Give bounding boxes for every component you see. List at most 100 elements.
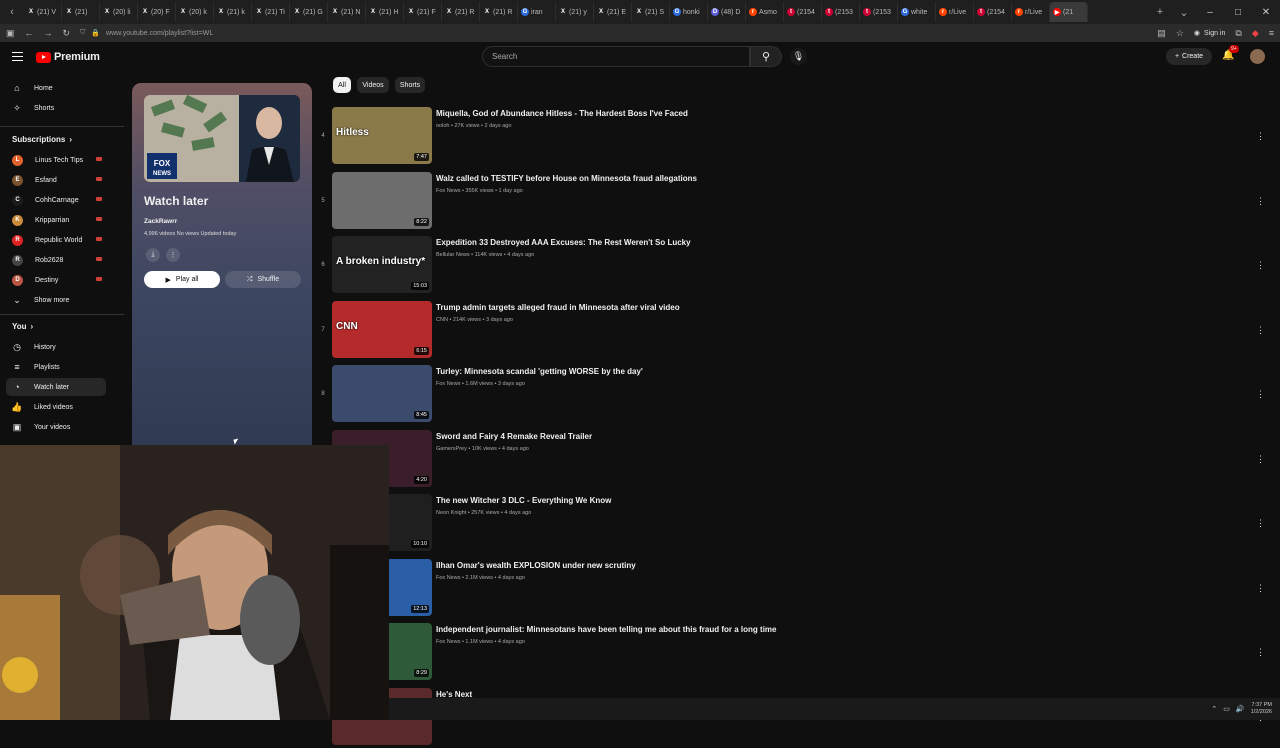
browser-tab[interactable]: X (21): [62, 2, 100, 22]
shuffle-button[interactable]: ⤮ Shuffle: [225, 271, 301, 288]
sidebar-subscription-item[interactable]: R Rob2628: [6, 251, 106, 269]
video-thumbnail[interactable]: CNN 6:15: [332, 300, 432, 358]
video-more-options-icon[interactable]: ⋮: [1256, 260, 1265, 271]
browser-tab[interactable]: X (21) E: [594, 2, 632, 22]
video-thumbnail[interactable]: 8:45: [332, 365, 432, 422]
browser-tab[interactable]: X (20) F: [138, 2, 176, 22]
show-more-button[interactable]: ⌄ Show more: [6, 291, 106, 309]
video-title[interactable]: Sword and Fairy 4 Remake Reveal Trailer: [436, 432, 592, 441]
video-more-options-icon[interactable]: ⋮: [1256, 518, 1265, 529]
tab-scroll-left-icon[interactable]: ‹: [0, 6, 24, 18]
browser-tab[interactable]: X (20) li: [100, 2, 138, 22]
taskbar-clock[interactable]: 7:37 PM 1/2/2026: [1251, 702, 1272, 716]
sidebar-subscription-item[interactable]: C CohhCarnage: [6, 191, 106, 209]
subscriptions-heading[interactable]: Subscriptions ›: [12, 135, 72, 144]
sidebar-item-shorts[interactable]: ✧ Shorts: [6, 99, 106, 117]
browser-tab[interactable]: r Asmo: [746, 2, 784, 22]
browser-tab[interactable]: t (2154: [974, 2, 1012, 22]
playlist-video-row[interactable]: 8 8:45 Turley: Minnesota scandal 'getting …: [318, 365, 1268, 425]
browser-tab[interactable]: X (21) Ti: [252, 2, 290, 22]
browser-tab[interactable]: r r/Live: [1012, 2, 1050, 22]
network-icon[interactable]: ▭: [1223, 705, 1230, 713]
chip-shorts[interactable]: Shorts: [395, 77, 425, 93]
extensions-icon[interactable]: ⧉: [1235, 28, 1241, 39]
browser-tab[interactable]: Giran: [518, 2, 556, 22]
browser-tab[interactable]: ▶ (21: [1050, 2, 1088, 22]
video-more-options-icon[interactable]: ⋮: [1256, 647, 1265, 658]
chip-all[interactable]: All: [333, 77, 351, 93]
video-title[interactable]: Trump admin targets alleged fraud in Min…: [436, 303, 680, 312]
playlist-video-row[interactable]: 7 CNN 6:15 Trump admin targets alleged frau…: [318, 300, 1268, 361]
browser-tab[interactable]: X (20) k: [176, 2, 214, 22]
playlist-video-row[interactable]: 1010:10The new Witcher 3 DLC - Everythin…: [318, 494, 1268, 554]
video-title[interactable]: Ilhan Omar's wealth EXPLOSION under new …: [436, 561, 636, 570]
video-thumbnail[interactable]: 8:22: [332, 171, 432, 229]
browser-tab[interactable]: t (2153: [860, 2, 898, 22]
video-title[interactable]: Walz called to TESTIFY before House on M…: [436, 174, 697, 183]
forward-icon[interactable]: →: [44, 28, 53, 38]
back-icon[interactable]: ←: [25, 28, 34, 38]
playlist-thumbnail[interactable]: FOX NEWS: [144, 95, 300, 182]
voice-search-button[interactable]: 🎙: [790, 48, 807, 65]
browser-menu-icon[interactable]: ≡: [1269, 28, 1274, 38]
sidebar-item-home[interactable]: ⌂ Home: [6, 79, 106, 97]
browser-tab[interactable]: X (21) G: [290, 2, 328, 22]
guide-menu-icon[interactable]: [12, 52, 23, 61]
sidebar-subscription-item[interactable]: K Kripparrian: [6, 211, 106, 229]
sidebar-item-your-videos[interactable]: ▣ Your videos: [6, 418, 106, 436]
video-title[interactable]: Miquella, God of Abundance Hitless - The…: [436, 109, 688, 118]
speaker-icon[interactable]: 🔊: [1236, 705, 1245, 713]
sidebar-subscription-item[interactable]: D Destiny: [6, 271, 106, 289]
sign-in-button[interactable]: ◉ Sign in: [1194, 29, 1226, 38]
play-all-button[interactable]: ▶ Play all: [144, 271, 220, 288]
browser-tab[interactable]: t (2154: [784, 2, 822, 22]
browser-tab[interactable]: X (21) y: [556, 2, 594, 22]
video-more-options-icon[interactable]: ⋮: [1256, 196, 1265, 207]
playlist-video-row[interactable]: 4 Hitless 7:47 Miquella, God of Abundance H…: [318, 107, 1268, 167]
download-icon[interactable]: ⤓: [146, 248, 160, 262]
sidebar-item-watch-later[interactable]: ◔ Watch later: [6, 378, 106, 396]
tab-list-icon[interactable]: ⌄: [1172, 6, 1196, 19]
maximize-icon[interactable]: □: [1224, 7, 1252, 18]
more-actions-icon[interactable]: ⋮: [166, 248, 180, 262]
close-icon[interactable]: ✕: [1252, 7, 1280, 18]
shield-icon[interactable]: ⛉: [80, 29, 85, 37]
browser-tab[interactable]: X (21) H: [366, 2, 404, 22]
sidebar-subscription-item[interactable]: E Esfand: [6, 171, 106, 189]
browser-tab[interactable]: t (2153: [822, 2, 860, 22]
browser-tab[interactable]: Ghonki: [670, 2, 708, 22]
video-more-options-icon[interactable]: ⋮: [1256, 325, 1265, 336]
playlist-video-row[interactable]: 94:20Sword and Fairy 4 Remake Reveal Tra…: [318, 429, 1268, 490]
video-more-options-icon[interactable]: ⋮: [1256, 583, 1265, 594]
video-more-options-icon[interactable]: ⋮: [1256, 131, 1265, 142]
minimize-icon[interactable]: –: [1196, 7, 1224, 18]
sidebar-subscription-item[interactable]: R Republic World: [6, 231, 106, 249]
video-title[interactable]: Expedition 33 Destroyed AAA Excuses: The…: [436, 238, 691, 247]
sidebar-subscription-item[interactable]: L Linus Tech Tips: [6, 151, 106, 169]
sidebar-toggle-icon[interactable]: ▣: [6, 28, 15, 39]
sidebar-item-history[interactable]: ◷ History: [6, 338, 106, 356]
chip-videos[interactable]: Videos: [357, 77, 389, 93]
reload-icon[interactable]: ↻: [63, 28, 71, 39]
playlist-owner[interactable]: ZackRawrr: [144, 218, 177, 225]
sidebar-item-playlists[interactable]: ≡ Playlists: [6, 358, 106, 376]
playlist-video-row[interactable]: 128:29Independent journalist: Minnesotan…: [318, 623, 1268, 683]
url-field[interactable]: ⛉ 🔒 www.youtube.com/playlist?list=WL: [80, 26, 1147, 40]
new-tab-button[interactable]: +: [1148, 6, 1172, 18]
playlist-video-row[interactable]: 5 8:22 Walz called to TESTIFY before House…: [318, 171, 1268, 232]
browser-tab[interactable]: X (21) R: [480, 2, 518, 22]
video-title[interactable]: Turley: Minnesota scandal 'getting WORSE…: [436, 367, 643, 376]
browser-tab[interactable]: X (21) F: [404, 2, 442, 22]
youtube-premium-logo[interactable]: Premium: [36, 51, 100, 63]
video-thumbnail[interactable]: Hitless 7:47: [332, 107, 432, 164]
video-thumbnail[interactable]: A broken industry* 15:03: [332, 236, 432, 293]
browser-tab[interactable]: D (48) D: [708, 2, 746, 22]
video-title[interactable]: The new Witcher 3 DLC - Everything We Kn…: [436, 496, 611, 505]
reader-icon[interactable]: ▤: [1157, 28, 1166, 39]
tray-chevron-icon[interactable]: ⌃: [1211, 705, 1217, 713]
playlist-video-row[interactable]: 1112:13Ilhan Omar's wealth EXPLOSION und…: [318, 558, 1268, 619]
video-more-options-icon[interactable]: ⋮: [1256, 389, 1265, 400]
search-input[interactable]: Search: [482, 46, 750, 67]
extension-badge-icon[interactable]: ◆: [1252, 28, 1259, 39]
playlist-video-row[interactable]: 6 A broken industry* 15:03 Expedition 33 De…: [318, 236, 1268, 296]
